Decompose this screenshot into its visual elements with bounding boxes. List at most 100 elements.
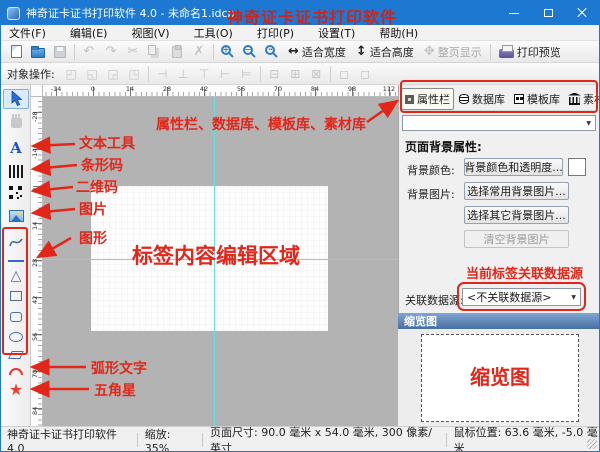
select-region-icon[interactable]: ◻: [355, 67, 376, 81]
minimize-icon: [509, 13, 519, 14]
minimize-button[interactable]: [497, 1, 531, 25]
print-preview-button[interactable]: 打印预览: [494, 44, 566, 60]
barcode-tool[interactable]: [3, 161, 29, 181]
full-page-button[interactable]: ✥ 整页显示: [419, 44, 487, 60]
maximize-icon: [544, 9, 553, 17]
star-icon: ★: [9, 382, 23, 398]
send-back-icon[interactable]: ◳: [124, 67, 145, 81]
bg-image-label: 背景图片:: [407, 186, 455, 202]
parallelogram-icon: [8, 351, 24, 359]
pan-tool[interactable]: [3, 112, 29, 132]
properties-icon: [405, 95, 414, 104]
image-tool[interactable]: [3, 206, 29, 226]
bg-color-label: 背景颜色:: [407, 162, 455, 178]
tab-label: 模板库: [527, 91, 560, 107]
maximize-button[interactable]: [531, 1, 565, 25]
app-window: 神奇证卡证书打印软件 4.0 - 未命名1.idcp 文件(F) 编辑(E) 视…: [0, 0, 600, 452]
select-tool[interactable]: [3, 89, 29, 109]
chevron-down-icon: ▼: [586, 120, 591, 127]
ellipse-icon: [9, 332, 23, 342]
bring-front-icon[interactable]: ◲: [103, 67, 124, 81]
bg-other-image-button[interactable]: 选择其它背景图片...: [464, 206, 569, 224]
open-button[interactable]: [27, 42, 49, 62]
annotation-text-tool: 文本工具: [79, 133, 135, 153]
panel-tab-bar: 属性栏 数据库 模板库 素材库: [398, 85, 600, 111]
rounded-rect-tool[interactable]: [3, 307, 29, 327]
align-top-icon[interactable]: ⊤: [194, 67, 215, 81]
bg-color-button[interactable]: 背景颜色和透明度...: [464, 158, 563, 176]
ruler-label: -14: [31, 148, 39, 159]
fit-height-button[interactable]: ↕ 适合高度: [351, 44, 419, 60]
zoom-custom-button[interactable]: [261, 42, 283, 62]
tab-properties[interactable]: 属性栏: [401, 88, 454, 110]
annotation-arc-text: 弧形文字: [91, 358, 147, 378]
status-bar: 神奇证卡证书打印软件 4.0 缩放: 35% 页面尺寸: 90.0 毫米 x 5…: [1, 426, 599, 452]
delete-button[interactable]: ✗: [188, 42, 210, 62]
object-ops-label: 对象操作:: [7, 66, 55, 82]
redo-button[interactable]: ↷: [100, 42, 122, 62]
annotation-star: 五角星: [94, 380, 136, 400]
tab-database[interactable]: 数据库: [455, 88, 509, 110]
print-preview-label: 打印预览: [517, 44, 561, 60]
triangle-tool[interactable]: △: [3, 266, 29, 286]
align-right-icon[interactable]: ⊢: [215, 67, 236, 81]
menu-edit[interactable]: 编辑(E): [58, 24, 120, 42]
paste-button[interactable]: [166, 42, 188, 62]
undo-button[interactable]: ↶: [78, 42, 100, 62]
bg-common-image-button[interactable]: 选择常用背景图片...: [464, 182, 569, 200]
ruler-label: -14: [51, 85, 62, 93]
status-zoom: 缩放: 35%: [145, 426, 195, 452]
menu-file[interactable]: 文件(F): [9, 24, 58, 42]
zoom-out-button[interactable]: [239, 42, 261, 62]
ruler-label: 56: [31, 333, 39, 341]
ruler-corner: [31, 85, 43, 97]
tab-templates[interactable]: 模板库: [510, 88, 564, 110]
equal-size-icon[interactable]: ⊠: [306, 67, 327, 81]
annotation-thumbnail: 缩览图: [421, 361, 579, 390]
multi-select-icon[interactable]: ◻: [334, 67, 355, 81]
datasource-dropdown[interactable]: <不关联数据源> ▼: [462, 288, 581, 306]
align-left-icon[interactable]: ⊣: [152, 67, 173, 81]
ruler-label: 84: [311, 85, 319, 93]
annotation-edit-area: 标签内容编辑区域: [121, 240, 311, 270]
resize-grip[interactable]: [587, 439, 597, 449]
fit-height-label: 适合高度: [370, 44, 414, 60]
status-app-name: 神奇证卡证书打印软件 4.0: [7, 426, 130, 452]
text-tool[interactable]: A: [3, 138, 29, 158]
object-selector-dropdown[interactable]: ▼: [402, 115, 596, 131]
close-button[interactable]: [565, 1, 599, 25]
star-tool[interactable]: ★: [3, 380, 29, 400]
curve-tool[interactable]: [3, 232, 29, 252]
ellipse-tool[interactable]: [3, 327, 29, 347]
object-toolbar: 对象操作: ◰ ◱ ◲ ◳ ⊣ ⊥ ⊤ ⊢ ⊨ ⊟ ⊞ ⊠ ◻ ◻: [1, 63, 599, 85]
equal-width-icon[interactable]: ⊟: [264, 67, 285, 81]
menu-view[interactable]: 视图(V): [119, 24, 181, 42]
status-page-size: 页面尺寸: 90.0 毫米 x 54.0 毫米, 300 像素/英寸: [210, 424, 439, 452]
align-bottom-icon[interactable]: ⊥: [173, 67, 194, 81]
cut-button[interactable]: ✂: [122, 42, 144, 62]
rectangle-tool[interactable]: [3, 286, 29, 306]
new-document-button[interactable]: [5, 42, 27, 62]
status-separator: [446, 433, 447, 447]
qrcode-tool[interactable]: [3, 183, 29, 203]
copy-button[interactable]: [144, 42, 166, 62]
status-mouse-position: 鼠标位置: 63.6 毫米, -5.0 毫米: [454, 424, 599, 452]
align-center-icon[interactable]: ⊨: [236, 67, 257, 81]
ruler-label: 28: [31, 259, 39, 267]
arc-text-tool[interactable]: [3, 361, 29, 381]
ruler-label: 98: [348, 85, 356, 93]
fit-height-icon: ↕: [356, 45, 367, 58]
save-button[interactable]: [49, 42, 71, 62]
full-page-label: 整页显示: [438, 44, 482, 60]
equal-height-icon[interactable]: ⊞: [285, 67, 306, 81]
datasource-label: 关联数据源:: [405, 292, 464, 308]
ungroup-icon[interactable]: ◱: [82, 67, 103, 81]
fit-width-button[interactable]: ↔ 适合宽度: [283, 44, 351, 60]
group-icon[interactable]: ◰: [61, 67, 82, 81]
zoom-in-button[interactable]: [217, 42, 239, 62]
redo-icon: ↷: [106, 45, 117, 58]
annotation-shape: 图形: [79, 228, 107, 248]
tab-materials[interactable]: 素材库: [565, 88, 600, 110]
bg-color-swatch[interactable]: [568, 158, 586, 176]
bg-clear-button: 清空背景图片: [464, 230, 569, 248]
